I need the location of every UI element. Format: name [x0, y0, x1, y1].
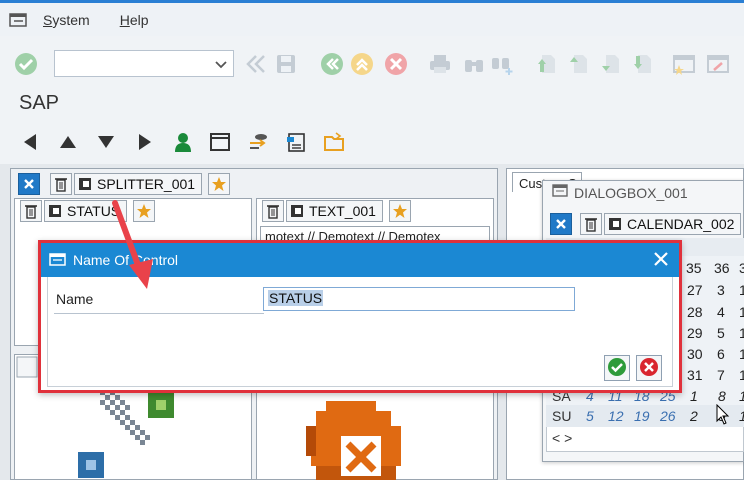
calendar-date[interactable]: 4: [717, 304, 725, 320]
calendar-date[interactable]: 1: [739, 346, 744, 362]
week-number: 35: [686, 260, 702, 276]
calendar-date[interactable]: 12: [608, 408, 624, 424]
enter-icon[interactable]: [14, 52, 38, 76]
text-tabrow: TEXT_001: [262, 200, 411, 222]
cursor-icon: [716, 404, 730, 425]
calendar-date[interactable]: 1: [739, 325, 744, 341]
close-icon[interactable]: [18, 173, 40, 195]
calendar-date[interactable]: 7: [717, 367, 725, 383]
close-icon[interactable]: [653, 251, 669, 267]
calendar-date[interactable]: 1: [739, 388, 744, 404]
save-icon[interactable]: [274, 52, 298, 76]
system-menu-icon[interactable]: [9, 12, 29, 28]
trash-icon[interactable]: [50, 173, 72, 195]
find-icon[interactable]: [462, 52, 486, 76]
next-page-icon[interactable]: [598, 52, 622, 76]
star-icon[interactable]: [208, 173, 231, 195]
window-icon: [552, 184, 570, 201]
label-underline: [54, 313, 264, 314]
confirm-button[interactable]: [604, 355, 630, 381]
minimize-icon[interactable]: [16, 356, 38, 381]
weekday-label: SU: [552, 408, 572, 424]
command-field[interactable]: [54, 50, 234, 77]
find-next-icon[interactable]: [490, 52, 514, 76]
dialogbox-title: DIALOGBOX_001: [552, 184, 688, 201]
splitter-tabrow: SPLITTER_001: [18, 173, 231, 195]
calendar-date[interactable]: 1: [739, 304, 744, 320]
calendar-date[interactable]: 30: [687, 346, 703, 362]
calendar-name-box[interactable]: CALENDAR_002: [604, 213, 742, 235]
calendar-date[interactable]: 2: [690, 408, 698, 424]
control-icon: [47, 203, 63, 219]
splitter-name: SPLITTER_001: [97, 176, 196, 192]
calendar-name: CALENDAR_002: [627, 216, 735, 232]
previous-page-icon[interactable]: [566, 52, 590, 76]
close-icon[interactable]: [550, 213, 572, 235]
menu-help[interactable]: Help: [120, 12, 149, 28]
back-icon[interactable]: [320, 52, 344, 76]
calendar-date[interactable]: 5: [717, 325, 725, 341]
calendar-date[interactable]: 27: [687, 282, 703, 298]
calendar-date[interactable]: 3: [717, 282, 725, 298]
menu-bar: System Help: [0, 0, 744, 36]
print-icon[interactable]: [428, 52, 452, 76]
calendar-date[interactable]: 6: [717, 346, 725, 362]
trash-icon[interactable]: [580, 213, 602, 235]
control-icon: [289, 203, 305, 219]
calendar-date[interactable]: 31: [687, 367, 703, 383]
name-input[interactable]: STATUS: [263, 287, 575, 311]
document-list-icon[interactable]: [285, 131, 307, 153]
last-page-icon[interactable]: [630, 52, 654, 76]
user-icon[interactable]: [172, 131, 194, 153]
calendar-date[interactable]: 19: [634, 408, 650, 424]
calendar-date[interactable]: 29: [687, 325, 703, 341]
trash-icon[interactable]: [262, 200, 284, 222]
week-number: 36: [714, 260, 730, 276]
folder-open-icon[interactable]: [323, 131, 345, 153]
control-icon: [77, 176, 93, 192]
pixel-art-image: [306, 401, 401, 480]
calendar-date[interactable]: 5: [586, 408, 594, 424]
triangle-down-icon[interactable]: [95, 131, 117, 153]
window-icon: [49, 253, 67, 267]
text-name: TEXT_001: [309, 203, 376, 219]
chevron-down-icon[interactable]: [215, 58, 227, 73]
shortcut-icon[interactable]: [706, 52, 730, 76]
transport-icon[interactable]: [247, 131, 269, 153]
calendar-date[interactable]: 28: [687, 304, 703, 320]
cancel-icon[interactable]: [384, 52, 408, 76]
name-input-value: STATUS: [268, 290, 324, 306]
triangle-up-icon[interactable]: [57, 131, 79, 153]
menu-system[interactable]: System: [43, 12, 90, 28]
text-name-box[interactable]: TEXT_001: [286, 200, 383, 222]
calendar-date[interactable]: 1: [739, 408, 744, 424]
cancel-button[interactable]: [636, 355, 662, 381]
exit-icon[interactable]: [350, 52, 374, 76]
splitter-name-box[interactable]: SPLITTER_001: [74, 173, 203, 195]
triangle-right-icon[interactable]: [133, 131, 155, 153]
cancel-icon: [639, 357, 659, 380]
calendar-date[interactable]: 26: [660, 408, 676, 424]
week-number: 3: [739, 260, 744, 276]
calendar-date[interactable]: 1: [739, 367, 744, 383]
double-chevron-left-icon[interactable]: [244, 52, 268, 76]
control-icon: [607, 216, 623, 232]
new-session-icon[interactable]: [672, 52, 696, 76]
page-title: SAP: [19, 92, 60, 114]
calendar-date[interactable]: 1: [739, 282, 744, 298]
window-icon[interactable]: [209, 131, 231, 153]
star-icon[interactable]: [388, 200, 411, 222]
calendar-tabrow: CALENDAR_002: [550, 213, 742, 235]
triangle-left-icon[interactable]: [20, 131, 42, 153]
annotation-arrow-icon: [112, 200, 153, 289]
dialogbox-name: DIALOGBOX_001: [574, 184, 688, 201]
calendar-nav[interactable]: < >: [552, 430, 572, 446]
trash-icon[interactable]: [20, 200, 42, 222]
calendar-date[interactable]: 8: [718, 388, 726, 404]
calendar-date[interactable]: 1: [690, 388, 698, 404]
first-page-icon[interactable]: [534, 52, 558, 76]
name-label: Name: [56, 291, 94, 307]
checkmark-icon: [607, 357, 627, 380]
pixel-art-image: [78, 390, 174, 478]
